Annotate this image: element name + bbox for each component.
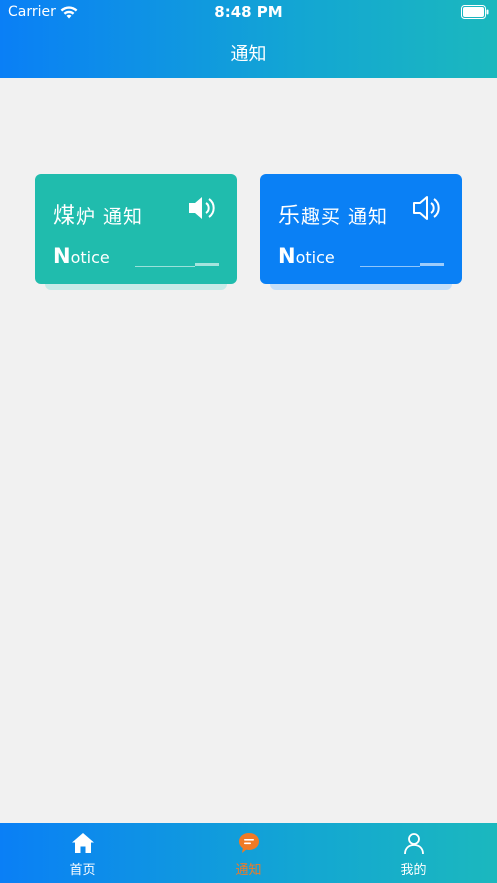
tab-label: 首页 (69, 863, 96, 878)
speaker-icon (189, 197, 215, 219)
notice-initial: N (278, 244, 296, 268)
decor-bar (195, 263, 219, 266)
tab-label: 我的 (400, 863, 427, 878)
notice-initial: N (53, 244, 71, 268)
tab-label: 通知 (235, 863, 262, 878)
card-title-lead: 乐 (278, 204, 302, 229)
decor-line (135, 266, 195, 267)
tab-notifications[interactable]: 通知 (166, 823, 331, 883)
tab-home[interactable]: 首页 (0, 823, 165, 883)
card-title: 乐趣买 通知 (278, 198, 388, 230)
notice-label: Notice (53, 244, 110, 268)
notice-card-meilu[interactable]: 煤炉 通知 Notice (35, 174, 237, 292)
battery-icon (461, 5, 489, 19)
card-title-rest: 趣买 通知 (301, 206, 389, 228)
header: Carrier 8:48 PM 通知 (0, 0, 497, 78)
clock-time: 8:48 PM (214, 3, 283, 21)
notice-card-lequmai[interactable]: 乐趣买 通知 Notice (260, 174, 462, 292)
card-body[interactable]: 乐趣买 通知 Notice (260, 174, 462, 284)
message-icon (238, 833, 259, 853)
notice-rest: otice (70, 248, 110, 267)
notice-rest: otice (295, 248, 335, 267)
decor-line (360, 266, 420, 267)
tab-profile[interactable]: 我的 (331, 823, 496, 883)
card-title-rest: 炉 通知 (76, 206, 144, 228)
card-body[interactable]: 煤炉 通知 Notice (35, 174, 237, 284)
card-title-lead: 煤 (53, 204, 77, 229)
speaker-icon (413, 196, 440, 220)
user-icon (403, 833, 424, 855)
notice-label: Notice (278, 244, 335, 268)
page-title: 通知 (230, 44, 267, 65)
decor-bar (420, 263, 444, 266)
card-title: 煤炉 通知 (53, 198, 143, 230)
home-icon (71, 833, 94, 853)
tab-bar: 首页 通知 我的 (0, 823, 497, 883)
status-bar: Carrier 8:48 PM (0, 0, 497, 26)
